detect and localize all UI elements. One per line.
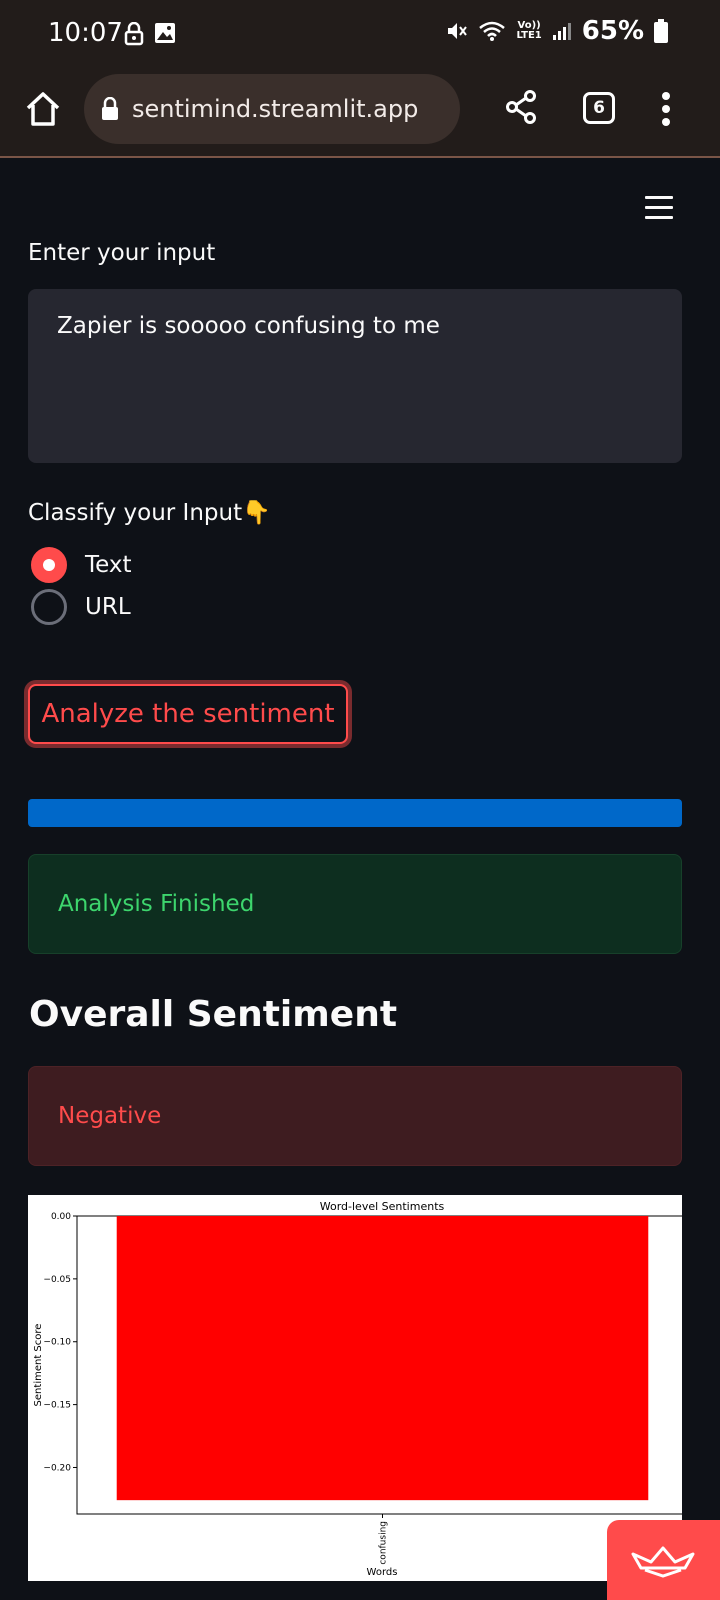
y-tick-label: −0.20 (43, 1463, 71, 1473)
more-options-icon[interactable] (660, 92, 672, 128)
radio-button-unselected[interactable] (31, 589, 67, 625)
success-message: Analysis Finished (58, 891, 255, 917)
word-sentiment-chart: Word-level Sentiments 0.00 −0.05 −0.10 −0.1… (28, 1195, 682, 1581)
secure-lock-icon (102, 97, 118, 120)
address-bar[interactable]: sentimind.streamlit.app (84, 74, 460, 144)
sentiment-result-alert: Negative (28, 1066, 682, 1166)
streamlit-crown-icon (631, 1546, 695, 1578)
screen: 10:07 Vo)) LTE1 65% sentimind.streamlit.… (0, 0, 720, 1600)
menu-icon[interactable] (645, 196, 673, 220)
radio-option-url[interactable]: URL (31, 589, 131, 625)
classify-label: Classify your Input👇 (28, 500, 271, 526)
sentiment-result: Negative (58, 1103, 162, 1129)
progress-fill (28, 799, 682, 827)
input-label: Enter your input (28, 240, 216, 266)
share-icon[interactable] (506, 90, 536, 124)
y-axis-label: Sentiment Score (33, 1324, 44, 1407)
battery-percent: 65% (581, 16, 644, 46)
signal-icon (552, 23, 571, 40)
bar-confusing (116, 1216, 649, 1501)
y-tick-label: −0.15 (43, 1401, 71, 1411)
home-icon[interactable] (24, 90, 62, 128)
chart-title: Word-level Sentiments (320, 1200, 445, 1213)
lock-icon (124, 22, 144, 46)
radio-button-selected[interactable] (31, 547, 67, 583)
radio-label-text: Text (85, 552, 132, 578)
streamlit-badge[interactable] (607, 1520, 720, 1600)
status-time: 10:07 (48, 18, 123, 48)
wifi-icon (479, 21, 506, 41)
volte-indicator: Vo)) LTE1 (516, 20, 542, 41)
y-tick-label: −0.10 (43, 1338, 71, 1348)
status-bar: 10:07 Vo)) LTE1 65% (0, 0, 720, 72)
mute-icon (448, 23, 468, 39)
battery-icon (654, 19, 668, 43)
tabs-button[interactable]: 6 (583, 92, 615, 124)
radio-label-url: URL (85, 594, 131, 620)
x-tick-label: confusing (379, 1521, 389, 1565)
overall-sentiment-heading: Overall Sentiment (29, 994, 398, 1035)
status-icons: Vo)) LTE1 65% (446, 16, 668, 46)
chart-svg: Word-level Sentiments 0.00 −0.05 −0.10 −0.1… (33, 1200, 682, 1578)
success-alert: Analysis Finished (28, 854, 682, 954)
url-text: sentimind.streamlit.app (132, 95, 419, 123)
image-notification-icon (155, 23, 175, 43)
input-textarea[interactable] (28, 289, 682, 463)
x-axis-label: Words (367, 1567, 398, 1578)
y-tick-label: 0.00 (51, 1212, 71, 1222)
radio-option-text[interactable]: Text (31, 547, 132, 583)
progress-bar (28, 799, 682, 827)
browser-toolbar: sentimind.streamlit.app 6 (0, 72, 720, 158)
analyze-button[interactable]: Analyze the sentiment (28, 684, 348, 744)
y-tick-label: −0.05 (43, 1275, 71, 1285)
